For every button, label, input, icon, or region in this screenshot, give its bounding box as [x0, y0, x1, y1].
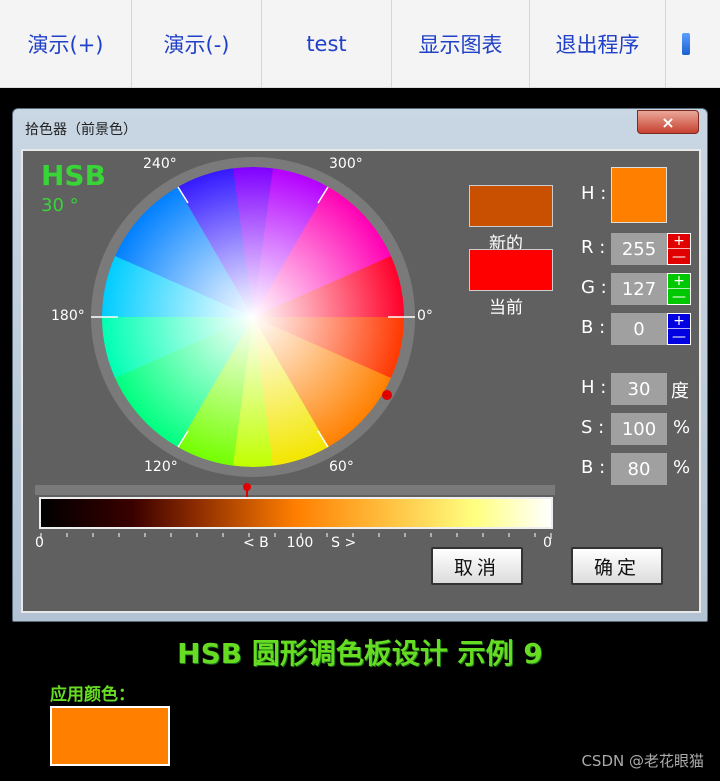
b-plus-button[interactable]: +	[668, 314, 690, 329]
angle-readout: 30 °	[41, 195, 79, 216]
demo-title: HSB 圆形调色板设计 示例 9	[177, 637, 543, 670]
app-root: 演示(+) 演示(-) test 显示图表 退出程序 拾色器（前景色） × HS…	[0, 0, 720, 781]
demo-plus-button[interactable]: 演示(+)	[0, 0, 132, 88]
wheel-label-0: 0°	[417, 308, 433, 324]
g-minus-button[interactable]: —	[668, 289, 690, 304]
applied-color-label: 应用颜色：	[50, 685, 135, 705]
brightness-label: B :	[581, 457, 606, 478]
r-field[interactable]: 255	[611, 233, 667, 265]
s-label: S :	[581, 417, 605, 438]
new-color-swatch	[469, 185, 553, 227]
g-label: G :	[581, 277, 607, 298]
cancel-button[interactable]: 取消	[431, 547, 523, 585]
wheel-label-60: 60°	[329, 459, 354, 475]
r-label: R :	[581, 237, 606, 258]
demo-minus-button[interactable]: 演示(-)	[132, 0, 262, 88]
bar-left-value: 0	[35, 535, 44, 551]
s-unit: %	[673, 417, 691, 438]
b-stepper[interactable]: + —	[667, 313, 691, 345]
h-unit: 度	[671, 381, 689, 402]
g-stepper[interactable]: + —	[667, 273, 691, 305]
test-button[interactable]: test	[262, 0, 392, 88]
close-icon: ×	[661, 112, 675, 132]
brightness-saturation-bar[interactable]	[39, 497, 553, 529]
top-toolbar: 演示(+) 演示(-) test 显示图表 退出程序	[0, 0, 720, 88]
ok-button[interactable]: 确定	[571, 547, 663, 585]
color-wheel[interactable]	[102, 167, 404, 467]
wheel-label-180: 180°	[51, 308, 85, 324]
bar-center-label: < B 100 S >	[243, 535, 357, 551]
color-picker-window: 拾色器（前景色） × HSB 30 ° 0° 60° 120° 180° 240…	[12, 108, 708, 622]
s-field[interactable]: 100	[611, 413, 667, 445]
current-color-swatch	[469, 249, 553, 291]
bar-track	[35, 485, 555, 495]
g-plus-button[interactable]: +	[668, 274, 690, 289]
exit-button[interactable]: 退出程序	[530, 0, 666, 88]
overflow-icon	[682, 33, 690, 55]
mode-label: HSB	[41, 159, 106, 192]
brightness-unit: %	[673, 457, 691, 478]
b-field[interactable]: 0	[611, 313, 667, 345]
watermark: CSDN @老花眼猫	[581, 752, 704, 770]
hue-preview-swatch	[611, 167, 667, 223]
window-title: 拾色器（前景色）	[25, 122, 137, 138]
show-chart-button[interactable]: 显示图表	[392, 0, 530, 88]
h-label: H :	[581, 377, 607, 398]
r-minus-button[interactable]: —	[668, 249, 690, 264]
wheel-label-120: 120°	[144, 459, 178, 475]
current-color-label: 当前	[489, 298, 523, 318]
g-field[interactable]: 127	[611, 273, 667, 305]
b-label: B :	[581, 317, 606, 338]
r-stepper[interactable]: + —	[667, 233, 691, 265]
r-plus-button[interactable]: +	[668, 234, 690, 249]
brightness-field[interactable]: 80	[611, 453, 667, 485]
wheel-label-300: 300°	[329, 156, 363, 172]
bar-right-value: 0	[543, 535, 552, 551]
picker-panel: HSB 30 ° 0° 60° 120° 180° 240° 300° 新的 当…	[21, 149, 701, 613]
b-minus-button[interactable]: —	[668, 329, 690, 344]
hue-handle[interactable]	[382, 390, 392, 400]
h-field[interactable]: 30	[611, 373, 667, 405]
applied-color-swatch	[50, 706, 170, 766]
hue-preview-label: H :	[581, 183, 607, 204]
close-button[interactable]: ×	[637, 110, 699, 134]
overflow-menu-button[interactable]	[666, 0, 706, 88]
wheel-label-240: 240°	[143, 156, 177, 172]
